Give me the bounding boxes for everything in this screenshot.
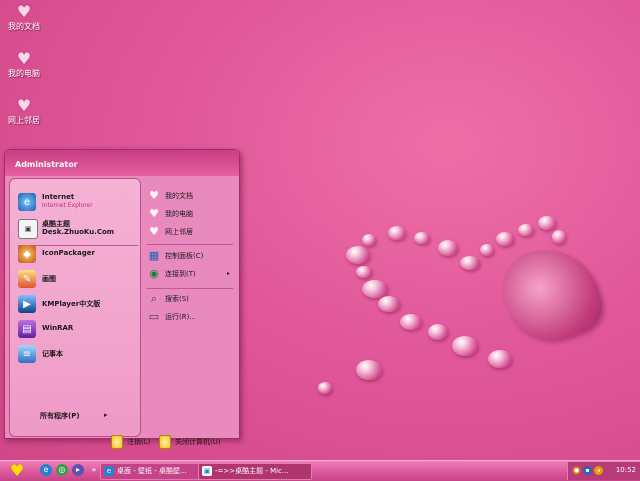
water-drop <box>488 350 512 368</box>
start-menu-header: Administrator <box>5 150 239 176</box>
power-icon <box>159 435 171 449</box>
heart-icon: ♥ <box>16 2 32 21</box>
lock-icon <box>111 435 123 449</box>
start-menu: Administrator e Internet Internet Explor… <box>4 149 240 449</box>
pinned-zhuoku[interactable]: ▣ 桌酷主题 Desk.ZhuoKu.Com <box>16 217 138 239</box>
water-drop <box>414 232 430 244</box>
water-drop <box>356 360 382 380</box>
water-drop <box>438 240 458 256</box>
program-title: 画图 <box>42 275 56 283</box>
zhuoku-icon: ▣ <box>18 219 38 239</box>
task-label: -=>>桌酷主题 - Mic... <box>215 467 289 475</box>
all-programs-button[interactable]: 所有程序(P) <box>40 411 80 421</box>
separator <box>147 288 233 289</box>
ie-icon: e <box>18 193 36 211</box>
start-button[interactable]: ♥ <box>2 462 32 480</box>
program-title: IconPackager <box>42 249 95 257</box>
connect-icon: ◉ <box>149 267 159 280</box>
network-icon[interactable]: ▪ <box>583 466 592 475</box>
water-drop <box>452 336 478 356</box>
recent-iconpackager[interactable]: ◆ IconPackager <box>16 243 138 265</box>
run-icon: ▭ <box>148 310 160 323</box>
window-icon: ▣ <box>202 466 212 476</box>
browser-icon: e <box>104 466 114 476</box>
desktop-icon-network[interactable]: ♥ 网上邻居 <box>4 97 44 126</box>
user-name: Administrator <box>15 160 78 169</box>
heart-icon: ♥ <box>149 189 159 202</box>
task-window[interactable]: ▣ -=>>桌酷主题 - Mic... <box>198 463 312 480</box>
volume-icon[interactable]: ◂ <box>594 466 603 475</box>
heart-icon: ♥ <box>16 49 32 68</box>
arrow-right-icon: ▸ <box>104 411 108 419</box>
water-drop <box>460 256 480 270</box>
recent-winrar[interactable]: ▤ WinRAR <box>16 318 138 340</box>
tray-app-icon[interactable]: ● <box>572 466 581 475</box>
right-item-label: 我的电脑 <box>165 210 193 218</box>
log-off-label: 注销(L) <box>127 438 151 446</box>
heart-puddle <box>493 236 609 352</box>
heart-icon: ♥ <box>149 207 159 220</box>
program-subtitle: Internet Explorer <box>42 202 93 209</box>
water-drop <box>400 314 422 330</box>
desktop-icon-my-computer[interactable]: ♥ 我的电脑 <box>4 50 44 79</box>
water-drop <box>362 280 388 298</box>
recent-paint[interactable]: ✎ 画图 <box>16 268 138 290</box>
right-item-label: 搜索(S) <box>165 295 189 303</box>
water-drop <box>388 226 406 240</box>
water-drop <box>428 324 448 340</box>
water-drop <box>496 232 514 246</box>
task-label: 桌面 - 壁纸 - 桌酷壁... <box>117 467 187 475</box>
program-title: 记事本 <box>42 350 63 358</box>
taskbar: ♥ e ◎ ▸ » e 桌面 - 壁纸 - 桌酷壁... ▣ -=>>桌酷主题 … <box>0 460 640 481</box>
program-title: KMPlayer中文版 <box>42 300 101 308</box>
heart-icon: ♥ <box>9 461 25 480</box>
desktop-icon[interactable]: ◎ <box>56 464 68 476</box>
chevron-right-icon[interactable]: » <box>88 464 100 476</box>
system-tray: ● ▪ ◂ 10:52 <box>567 462 640 480</box>
shut-down-label: 关闭计算机(U) <box>175 438 221 446</box>
ie-icon[interactable]: e <box>40 464 52 476</box>
right-item-label: 我的文档 <box>165 192 193 200</box>
program-title: WinRAR <box>42 324 74 332</box>
water-drop <box>480 244 494 256</box>
pinned-internet[interactable]: e Internet Internet Explorer <box>16 191 138 213</box>
water-drop <box>346 246 370 264</box>
desktop-icon-label: 我的文档 <box>8 22 40 31</box>
heart-icon: ♥ <box>149 225 159 238</box>
right-item-label: 控制面板(C) <box>165 252 204 260</box>
clock: 10:52 <box>615 466 636 474</box>
right-item-label: 网上邻居 <box>165 228 193 236</box>
notepad-icon: ≡ <box>18 345 36 363</box>
control-panel-icon: ▦ <box>148 249 160 262</box>
water-drop <box>318 382 332 394</box>
desktop-icon-my-documents[interactable]: ♥ 我的文档 <box>4 3 44 32</box>
water-drop <box>356 266 372 278</box>
recent-kmplayer[interactable]: ▶ KMPlayer中文版 <box>16 293 138 315</box>
water-drop <box>362 234 376 246</box>
water-drop <box>552 230 566 244</box>
desktop-icon-label: 我的电脑 <box>8 69 40 78</box>
search-icon: ⌕ <box>150 292 158 305</box>
winrar-icon: ▤ <box>18 320 36 338</box>
iconpackager-icon: ◆ <box>18 245 36 263</box>
separator <box>147 244 233 245</box>
kmplayer-icon: ▶ <box>18 295 36 313</box>
water-drop <box>518 224 534 236</box>
program-title: Internet <box>42 193 75 201</box>
arrow-right-icon: ▸ <box>227 270 231 277</box>
start-menu-programs: e Internet Internet Explorer ▣ 桌酷主题 Desk… <box>9 178 141 437</box>
media-icon[interactable]: ▸ <box>72 464 84 476</box>
program-subtitle: Desk.ZhuoKu.Com <box>42 228 115 236</box>
right-item-label: 运行(R)... <box>165 313 197 321</box>
heart-icon: ♥ <box>16 96 32 115</box>
water-drop <box>378 296 400 312</box>
paint-icon: ✎ <box>18 270 36 288</box>
desktop-icon-label: 网上邻居 <box>8 116 40 125</box>
recent-notepad[interactable]: ≡ 记事本 <box>16 343 138 365</box>
water-drop <box>538 216 556 230</box>
right-item-label: 连接到(T) <box>165 270 196 278</box>
